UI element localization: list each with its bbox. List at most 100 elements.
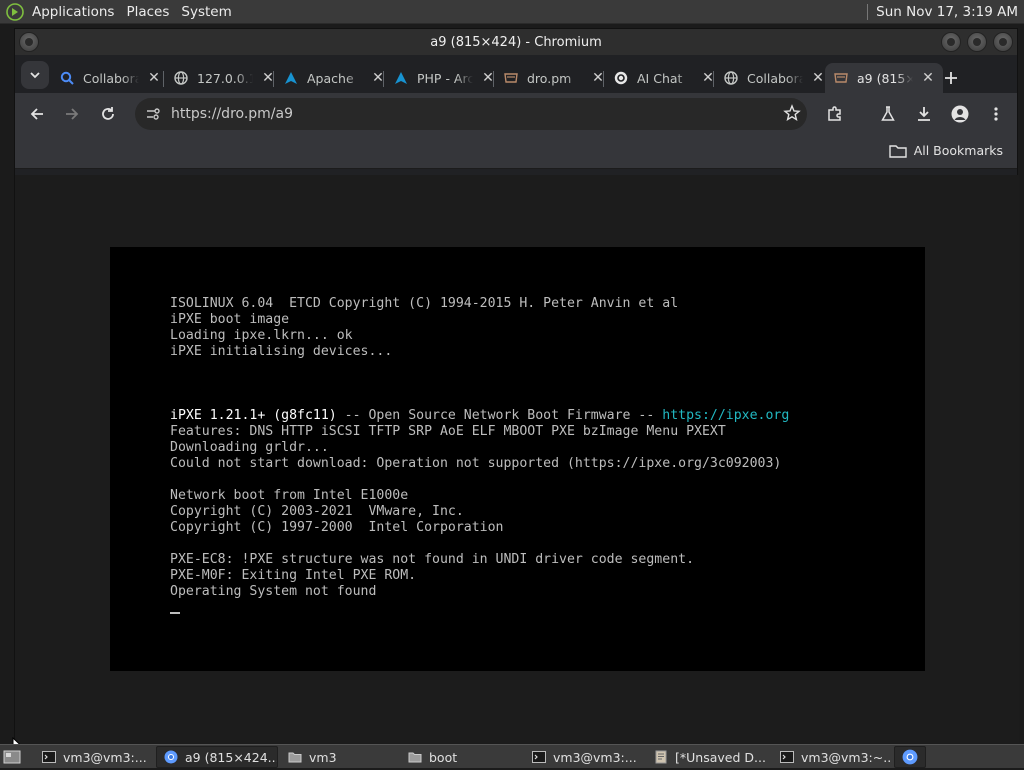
console-line: iPXE initialising devices... [170,344,393,359]
tab-dropm[interactable]: dro.pm ✕ [495,63,613,93]
arrow-left-icon [30,108,43,120]
tab-separator [163,71,164,87]
drop-icon [833,70,849,86]
close-icon[interactable]: ✕ [147,70,161,86]
editor-icon [653,749,669,765]
puzzle-icon [828,106,841,121]
forward-button[interactable] [58,100,86,128]
top-panel: Applications Places System Sun Nov 17, 3… [0,0,1024,24]
arrow-right-icon [66,108,79,120]
tab-label: AI Chat [637,70,683,86]
ipxe-link: https://ipxe.org [662,408,790,423]
taskbar-item-label: boot [429,749,458,765]
tab-label: Collaboration [747,70,803,86]
tab-a9-active[interactable]: a9 (815×424) ✕ [825,63,943,93]
extensions-button[interactable] [821,100,849,128]
reload-button[interactable] [94,100,122,128]
window-title: a9 (815×424) - Chromium [430,34,602,50]
menu-places[interactable]: Places [120,0,175,24]
title-bar[interactable]: a9 (815×424) - Chromium [15,29,1017,55]
reload-icon [102,107,114,120]
tab-collaboration-2[interactable]: Collaboration ✕ [715,63,833,93]
tab-label: dro.pm [527,70,572,86]
menu-button[interactable] [982,100,1010,128]
taskbar-item-text-editor[interactable]: [*Unsaved D... [646,746,770,768]
browser-toolbar: https://dro.pm/a9 [15,93,1017,135]
profile-button[interactable] [946,100,974,128]
taskbar-item-chromium[interactable]: a9 (815×424... [156,746,278,768]
tab-strip: Collaboration ✕ 127.0.0.1 ✕ Apache ✕ PHP… [15,55,1017,93]
taskbar-item-label: a9 (815×424... [185,749,278,765]
minimize-button[interactable] [941,32,961,52]
globe-icon [173,70,189,86]
folder-icon [888,144,907,158]
close-icon[interactable]: ✕ [921,70,935,86]
tab-search-button[interactable] [21,61,49,89]
avatar-icon [951,105,969,123]
tab-label: PHP - Arch [417,70,473,86]
tab-label: a9 (815×424) [857,70,913,86]
download-icon [918,107,930,121]
close-icon[interactable]: ✕ [811,70,825,86]
taskbar-item-vm3-folder[interactable]: vm3 [280,746,398,768]
arch-icon [393,70,409,86]
distro-logo-icon[interactable] [4,1,26,23]
address-bar[interactable]: https://dro.pm/a9 [135,98,807,130]
taskbar-item-boot-folder[interactable]: boot [400,746,520,768]
tab-label: Apache [307,70,354,86]
all-bookmarks-label: All Bookmarks [913,143,1003,158]
console-line: Copyright (C) 1997-2000 Intel Corporatio… [170,520,504,535]
maximize-button[interactable] [967,32,987,52]
menu-system[interactable]: System [175,0,237,24]
console-line: Operating System not found [170,584,377,599]
tab-separator [493,71,494,87]
home-folder-icon [287,749,303,765]
flask-icon [881,106,895,121]
all-bookmarks-button[interactable]: All Bookmarks [888,143,1003,158]
tab-ai-chat[interactable]: AI Chat ✕ [605,63,723,93]
bookmark-star-icon[interactable] [783,104,801,126]
chromium-icon [902,749,918,765]
clock[interactable]: Sun Nov 17, 3:19 AM [876,0,1018,24]
tab-separator [383,71,384,87]
taskbar-item-label: vm3@vm3:... [63,749,147,765]
tab-apache[interactable]: Apache ✕ [275,63,393,93]
labs-button[interactable] [874,100,902,128]
chevron-down-icon [30,72,40,79]
console-line: Network boot from Intel E1000e [170,488,409,503]
menu-applications[interactable]: Applications [26,0,120,24]
console-line: Loading ipxe.lkrn... ok [170,328,353,343]
site-info-icon[interactable] [145,106,161,126]
tab-collaboration-1[interactable]: Collaboration ✕ [51,63,169,93]
tab-label: Collaboration [83,70,139,86]
tab-label: 127.0.0.1 [197,70,253,86]
vm-console-screen[interactable]: ISOLINUX 6.04 ETCD Copyright (C) 1994-20… [110,247,925,671]
taskbar-item-terminal-1[interactable]: vm3@vm3:... [34,746,152,768]
taskbar-item-label: vm3 [309,749,337,765]
console-line: iPXE boot image [170,312,290,327]
new-tab-button[interactable] [940,67,962,89]
console-line: PXE-M0F: Exiting Intel PXE ROM. [170,568,417,583]
page-content: ISOLINUX 6.04 ETCD Copyright (C) 1994-20… [15,175,1019,743]
taskbar-item-label: vm3@vm3:... [553,749,637,765]
close-window-button[interactable] [993,32,1013,52]
tab-php[interactable]: PHP - Arch ✕ [385,63,503,93]
window-menu-button[interactable] [19,32,39,52]
tab-localhost[interactable]: 127.0.0.1 ✕ [165,63,283,93]
text-cursor [170,612,180,614]
show-desktop-icon[interactable] [3,748,21,770]
console-line: Features: DNS HTTP iSCSI TFTP SRP AoE EL… [170,424,726,439]
taskbar-item-chromium-icon[interactable] [894,746,926,768]
terminal-icon [779,749,795,765]
tab-separator [713,71,714,87]
taskbar-item-terminal-3[interactable]: vm3@vm3:~... [772,746,892,768]
taskbar-item-terminal-2[interactable]: vm3@vm3:... [524,746,642,768]
back-button[interactable] [23,100,51,128]
url-text[interactable]: https://dro.pm/a9 [171,106,293,122]
downloads-button[interactable] [910,100,938,128]
bookmarks-bar: All Bookmarks [15,135,1017,169]
